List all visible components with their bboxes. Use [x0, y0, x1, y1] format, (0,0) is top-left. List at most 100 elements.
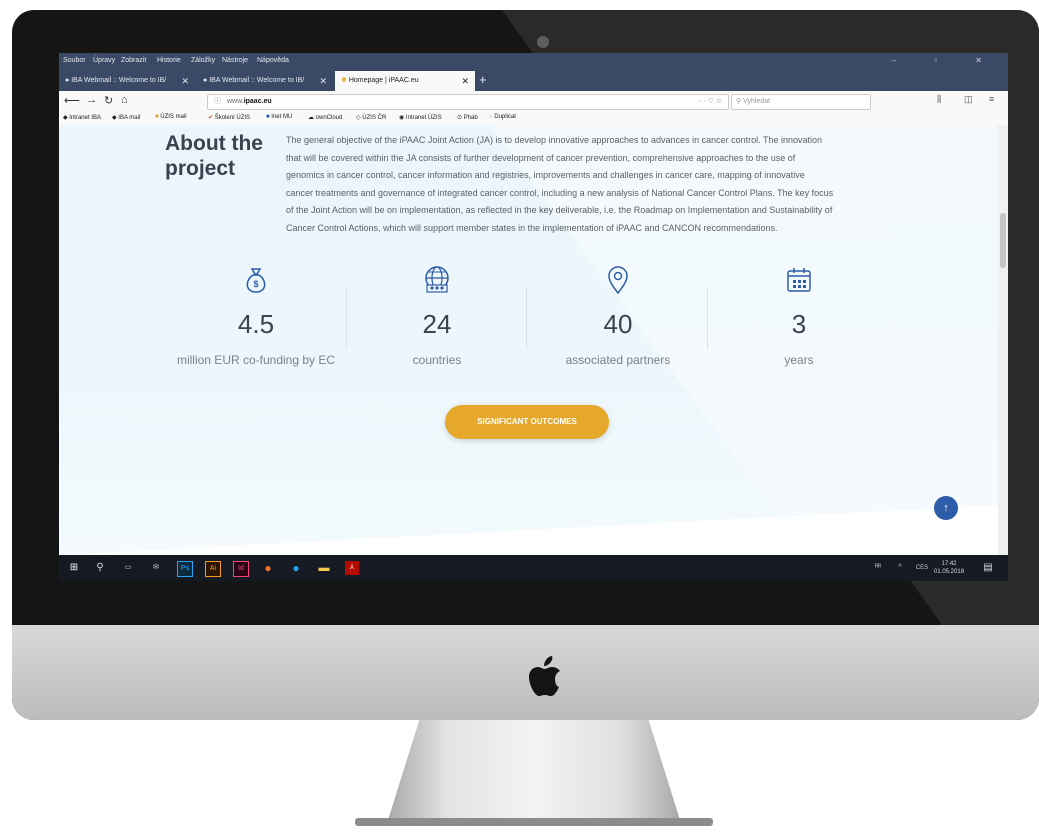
camera — [537, 36, 549, 48]
menu-historie[interactable]: Historie — [157, 57, 181, 64]
bookmark-inet-mu[interactable]: ■ Inet MU — [266, 114, 292, 120]
people-icon[interactable]: ᴿᴿ — [871, 561, 885, 575]
sidebar-icon[interactable]: ◫ — [964, 94, 973, 105]
bookmark-label: Inet MU — [271, 114, 293, 120]
browser-menu-bar: Soubor Úpravy Zobrazit Historie Záložky … — [59, 53, 1008, 69]
money-bag-icon: $ — [246, 268, 266, 293]
tab-webmail-1[interactable]: ● IBA Webmail :: Welcome to IB/ ✕ — [59, 71, 195, 91]
stat-countries: 24 countries — [347, 265, 527, 367]
heading-line: project — [165, 157, 236, 180]
about-paragraph: The general objective of the iPAAC Joint… — [286, 132, 916, 237]
tab-ipaac-homepage[interactable]: ✺ Homepage | iPAAC.eu ✕ — [335, 71, 475, 91]
tab-close-icon[interactable]: ✕ — [319, 71, 327, 91]
url-prefix: www. — [226, 98, 244, 105]
paragraph-line: Cancer Control Actions, which will suppo… — [286, 222, 778, 233]
skype-icon[interactable]: ● — [289, 561, 303, 575]
bookmark-intranet-uzis[interactable]: ◉ Intranet ÚZIS — [399, 114, 442, 121]
reload-icon[interactable]: ↻ — [104, 94, 113, 107]
mail-icon[interactable]: ✉ — [149, 561, 163, 575]
menu-zalozky[interactable]: Záložky — [191, 57, 215, 64]
illustrator-icon[interactable]: Ai — [205, 561, 221, 577]
notification-icon[interactable]: ▤ — [981, 561, 995, 575]
bookmark-label: Duplicat — [494, 114, 516, 120]
file-explorer-icon[interactable]: ▬ — [317, 561, 331, 575]
home-icon[interactable]: ⌂ — [121, 94, 128, 106]
stat-years: 3 years — [709, 265, 889, 367]
windows-taskbar: ⊞ ⚲ ▭ ✉ Ps Ai Id ● ● ▬ ⅄ ᴿᴿ ^ CES 17:42 … — [59, 555, 1008, 581]
favicon-icon: ✺ — [341, 77, 347, 84]
menu-nastroje[interactable]: Nástroje — [222, 57, 248, 64]
tab-close-icon[interactable]: ✕ — [181, 71, 189, 91]
clock-time: 17:42 — [941, 561, 957, 567]
bookmark-label: ownCloud — [315, 115, 343, 121]
indesign-icon[interactable]: Id — [233, 561, 249, 577]
stat-label: associated partners — [565, 353, 671, 367]
bookmark-label: Školení ÚZIS — [214, 115, 251, 121]
firefox-icon[interactable]: ● — [261, 561, 275, 575]
stat-partners: 40 associated partners — [528, 265, 708, 367]
tab-label: Homepage | iPAAC.eu — [348, 77, 419, 84]
tab-bar: ● IBA Webmail :: Welcome to IB/ ✕ ● IBA … — [59, 69, 1008, 91]
windows-start-icon[interactable]: ⊞ — [67, 561, 81, 575]
tab-close-icon[interactable]: ✕ — [461, 71, 469, 91]
stat-label: countries — [412, 353, 462, 367]
window-controls[interactable]: – ▫ ✕ — [892, 56, 1000, 65]
tab-label: IBA Webmail :: Welcome to IB/ — [71, 77, 167, 84]
back-icon[interactable]: ⟵ — [64, 94, 80, 107]
scroll-to-top-button[interactable]: ↑ — [934, 496, 958, 520]
bookmark-skoleni-uzis[interactable]: ✔ Školení ÚZIS — [208, 114, 250, 121]
menu-soubor[interactable]: Soubor — [63, 57, 86, 64]
heading-line: About the — [165, 132, 263, 155]
paragraph-line: The general objective of the iPAAC Joint… — [286, 135, 822, 145]
significant-outcomes-button[interactable]: SIGNIFICANT OUTCOMES — [445, 405, 609, 439]
stat-value: 24 — [422, 309, 452, 339]
search-input[interactable]: ⚲ Vyhledat — [731, 94, 871, 110]
stat-value: 3 — [791, 309, 807, 339]
scrollbar-thumb[interactable] — [1000, 213, 1006, 268]
menu-napoveda[interactable]: Nápověda — [257, 57, 289, 64]
new-tab-button[interactable]: + — [479, 71, 487, 89]
url-domain: ipaac.eu — [243, 98, 272, 105]
forward-icon[interactable]: → — [86, 94, 97, 106]
stat-funding: $ 4.5 million EUR co-funding by EC — [166, 265, 346, 367]
screen: Soubor Úpravy Zobrazit Historie Záložky … — [59, 53, 1008, 581]
task-view-icon[interactable]: ▭ — [121, 561, 135, 575]
bookmark-phab[interactable]: ⊙ Phab — [457, 114, 478, 121]
tab-webmail-2[interactable]: ● IBA Webmail :: Welcome to IB/ ✕ — [197, 71, 333, 91]
paragraph-line: cancer treatments and governance of inte… — [286, 187, 834, 198]
bookmark-duplicat[interactable]: ◌ Duplicat — [489, 114, 516, 120]
bookmark-intranet-iba[interactable]: ◆ Intranet IBA — [63, 114, 101, 121]
page-heading: About the project — [165, 131, 263, 181]
vertical-scrollbar[interactable] — [998, 125, 1008, 555]
search-icon: ⚲ — [736, 98, 742, 105]
bookmark-iba-mail[interactable]: ◆ IBA mail — [112, 114, 140, 121]
search-icon[interactable]: ⚲ — [93, 561, 107, 575]
stat-divider — [526, 287, 527, 349]
bookmark-uzis-cr[interactable]: ◇ ÚZIS ČR — [356, 114, 386, 121]
menu-hamburger-icon[interactable]: ≡ — [989, 94, 994, 104]
stat-value: 4.5 — [237, 309, 275, 339]
bookmark-owncloud[interactable]: ☁ ownCloud — [308, 114, 342, 121]
apple-logo-icon — [529, 656, 560, 696]
stat-divider — [707, 287, 708, 349]
bookmark-uzis-mail[interactable]: ■ ÚZIS mail — [155, 114, 187, 120]
page-content: About the project The general objective … — [59, 125, 998, 555]
chevron-up-icon[interactable]: ^ — [893, 561, 907, 575]
page-actions-icon[interactable]: ··· ♡ ☆ — [699, 95, 722, 109]
url-bar[interactable]: ⓘ www.ipaac.eu ··· ♡ ☆ — [207, 94, 729, 110]
clock-date: 01.05.2018 — [934, 569, 965, 575]
library-icon[interactable]: ⫼ — [937, 94, 941, 105]
system-clock[interactable]: 17:42 01.05.2018 — [934, 560, 964, 576]
navigation-bar: ⟵ → ↻ ⌂ ⓘ www.ipaac.eu ··· ♡ ☆ ⚲ Vyhleda… — [59, 91, 1008, 112]
bookmark-label: Intranet IBA — [69, 115, 101, 121]
info-icon: ⓘ — [214, 98, 221, 105]
menu-upravy[interactable]: Úpravy — [93, 57, 115, 64]
menu-zobrazit[interactable]: Zobrazit — [121, 57, 146, 64]
favicon-icon: ● — [65, 77, 70, 84]
search-placeholder: Vyhledat — [743, 98, 771, 105]
acrobat-icon[interactable]: ⅄ — [345, 561, 359, 575]
language-indicator[interactable]: CES — [912, 561, 932, 575]
bookmark-label: IBA mail — [118, 115, 141, 121]
bookmarks-bar: ◆ Intranet IBA ◆ IBA mail ■ ÚZIS mail ✔ … — [59, 111, 1008, 126]
photoshop-icon[interactable]: Ps — [177, 561, 193, 577]
